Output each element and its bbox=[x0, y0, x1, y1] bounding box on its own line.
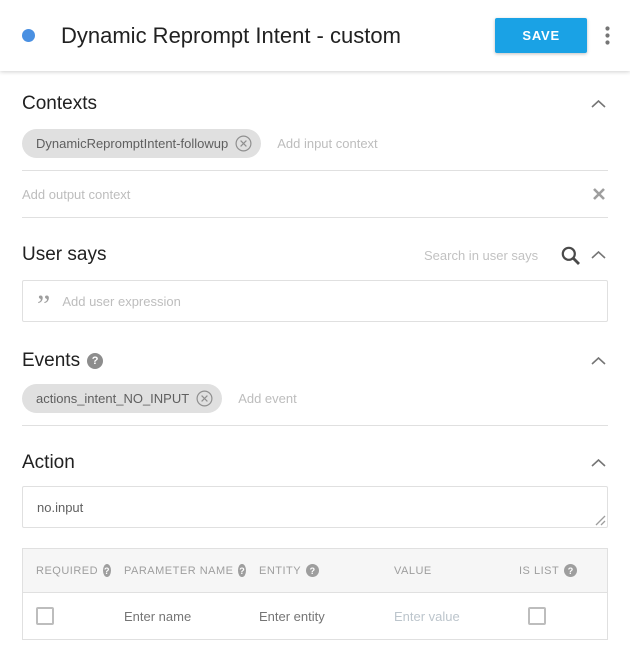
action-section: Action bbox=[22, 452, 608, 528]
quote-icon: ” bbox=[37, 301, 50, 311]
required-checkbox[interactable] bbox=[36, 607, 54, 625]
events-row: actions_intent_NO_INPUT bbox=[22, 384, 608, 426]
help-icon[interactable]: ? bbox=[564, 564, 577, 577]
help-icon[interactable]: ? bbox=[87, 353, 103, 369]
entity-input[interactable] bbox=[259, 609, 359, 624]
is-list-checkbox[interactable] bbox=[528, 607, 546, 625]
action-heading: Action bbox=[22, 452, 75, 474]
user-says-section: User says ” bbox=[22, 244, 608, 322]
help-icon[interactable]: ? bbox=[238, 564, 246, 577]
help-icon[interactable]: ? bbox=[306, 564, 319, 577]
page-title: Dynamic Reprompt Intent - custom bbox=[61, 23, 495, 49]
resize-handle[interactable] bbox=[595, 515, 606, 526]
col-entity-label: ENTITY bbox=[259, 565, 301, 577]
action-input[interactable] bbox=[37, 500, 593, 515]
contexts-section: Contexts DynamicRepromptIntent-followup bbox=[22, 93, 608, 218]
chevron-up-icon[interactable] bbox=[589, 98, 608, 110]
parameter-row bbox=[23, 593, 607, 639]
chevron-up-icon[interactable] bbox=[589, 457, 608, 469]
user-expression-box: ” bbox=[22, 280, 608, 322]
clear-output-context-icon[interactable] bbox=[590, 185, 608, 203]
save-button[interactable]: SAVE bbox=[495, 18, 587, 53]
search-icon[interactable] bbox=[560, 245, 581, 266]
parameters-table: REQUIRED ? PARAMETER NAME ? ENTITY ? VAL… bbox=[22, 548, 608, 640]
context-chip: DynamicRepromptIntent-followup bbox=[22, 129, 261, 158]
help-icon[interactable]: ? bbox=[103, 564, 111, 577]
add-event-input[interactable] bbox=[238, 391, 608, 406]
parameters-header-row: REQUIRED ? PARAMETER NAME ? ENTITY ? VAL… bbox=[23, 549, 607, 593]
context-chip-label: DynamicRepromptIntent-followup bbox=[36, 136, 228, 151]
user-says-heading: User says bbox=[22, 244, 106, 266]
events-heading: Events bbox=[22, 350, 80, 372]
col-is-list-label: IS LIST bbox=[519, 565, 559, 577]
add-output-context-input[interactable] bbox=[22, 187, 590, 202]
add-user-expression-input[interactable] bbox=[62, 294, 593, 309]
value-input[interactable] bbox=[394, 609, 494, 624]
kebab-menu-icon[interactable] bbox=[605, 26, 610, 45]
add-input-context-input[interactable] bbox=[277, 136, 608, 151]
chevron-up-icon[interactable] bbox=[589, 249, 608, 261]
intent-dot bbox=[22, 29, 35, 42]
contexts-heading: Contexts bbox=[22, 93, 97, 115]
action-box bbox=[22, 486, 608, 528]
parameter-name-input[interactable] bbox=[124, 609, 224, 624]
col-value-label: VALUE bbox=[394, 565, 432, 577]
col-parameter-name-label: PARAMETER NAME bbox=[124, 565, 233, 577]
output-context-row bbox=[22, 171, 608, 218]
chevron-up-icon[interactable] bbox=[589, 355, 608, 367]
col-required-label: REQUIRED bbox=[36, 565, 98, 577]
event-chip: actions_intent_NO_INPUT bbox=[22, 384, 222, 413]
input-contexts-row: DynamicRepromptIntent-followup bbox=[22, 129, 608, 171]
events-section: Events ? actions_intent_NO_INPUT bbox=[22, 350, 608, 426]
event-chip-label: actions_intent_NO_INPUT bbox=[36, 391, 189, 406]
search-user-says-input[interactable] bbox=[424, 248, 552, 263]
remove-event-icon[interactable] bbox=[196, 390, 213, 407]
app-header: Dynamic Reprompt Intent - custom SAVE bbox=[0, 0, 630, 71]
remove-context-icon[interactable] bbox=[235, 135, 252, 152]
